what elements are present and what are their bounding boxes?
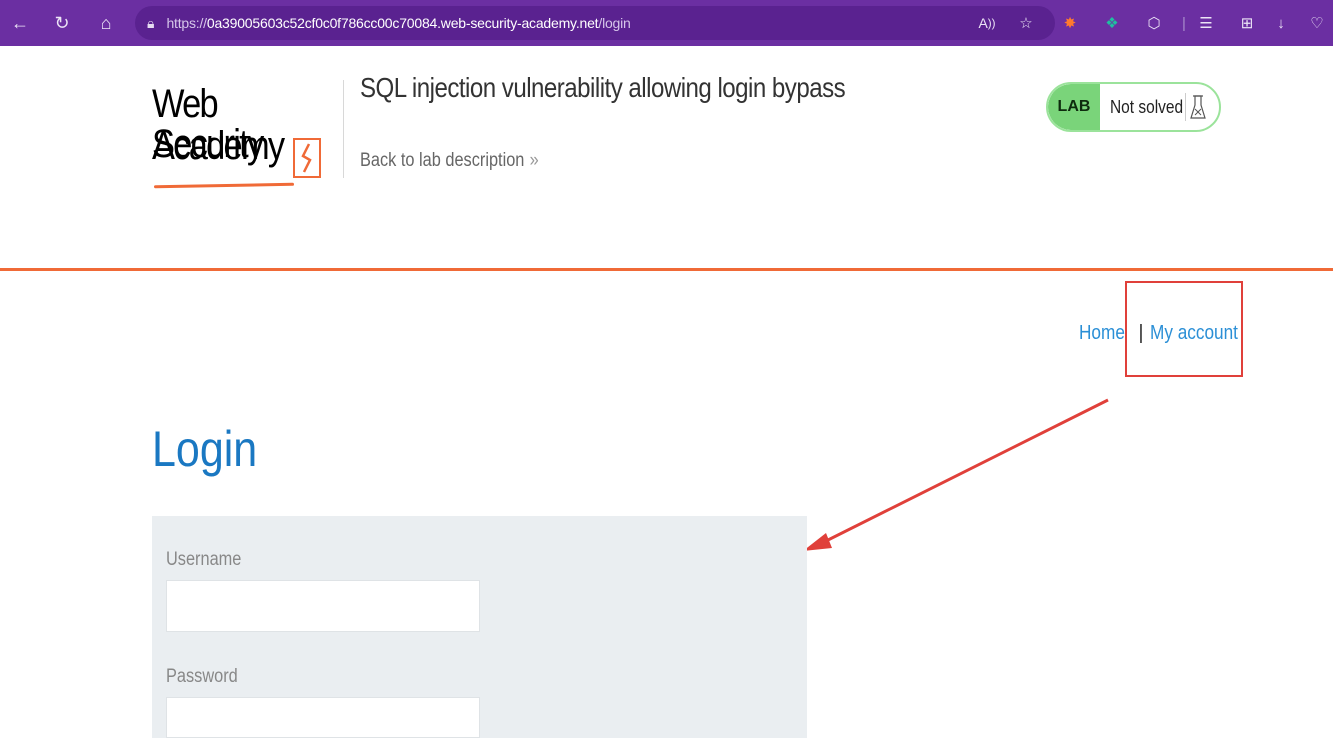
logo-line-2: Academy (152, 124, 285, 168)
read-aloud-icon[interactable]: A)) (975, 11, 999, 35)
header-orange-rule (0, 268, 1333, 271)
add-favorite-icon[interactable]: ☆ (1014, 11, 1038, 35)
collections-icon[interactable]: ⊞ (1235, 11, 1259, 35)
header-divider (343, 80, 344, 178)
lab-status-text: Not solved (1110, 96, 1184, 117)
extensions-icon[interactable]: ⬡ (1142, 11, 1166, 35)
back-to-lab-description-link[interactable]: Back to lab description» (360, 150, 539, 172)
extension-orange-icon[interactable]: ✸ (1058, 11, 1082, 35)
url-text: https://0a39005603c52cf0c0f786cc00c70084… (166, 15, 631, 31)
lab-status-widget: LAB Not solved (1046, 82, 1221, 132)
password-label: Password (166, 666, 238, 687)
lightning-bolt-icon (293, 138, 321, 178)
download-icon[interactable]: ↓ (1269, 11, 1293, 35)
browser-toolbar: ← ↻ ⌂ 🔒︎ https://0a39005603c52cf0c0f786c… (0, 0, 1333, 46)
toolbar-divider: | (1182, 14, 1186, 32)
nav-home-link[interactable]: Home (1079, 322, 1125, 345)
back-arrow-icon[interactable]: ← (8, 11, 32, 35)
password-input[interactable] (166, 697, 480, 738)
username-label: Username (166, 549, 242, 570)
logo-underline (153, 182, 295, 189)
login-heading: Login (152, 421, 258, 477)
annotation-highlight-box (1125, 281, 1243, 377)
web-security-academy-logo[interactable]: Web Security Academy (152, 78, 342, 193)
double-chevron-icon: » (529, 150, 539, 171)
home-icon[interactable]: ⌂ (94, 11, 118, 35)
browser-essentials-icon[interactable]: ♡ (1305, 11, 1329, 35)
back-link-label: Back to lab description (360, 150, 525, 171)
extension-teal-icon[interactable]: ❖ (1100, 11, 1124, 35)
address-bar[interactable]: 🔒︎ https://0a39005603c52cf0c0f786cc00c70… (135, 6, 1055, 40)
lab-title: SQL injection vulnerability allowing log… (360, 72, 846, 103)
username-input[interactable] (166, 580, 480, 632)
favorites-icon[interactable]: ☰ (1194, 11, 1218, 35)
refresh-icon[interactable]: ↻ (50, 11, 74, 35)
site-info-icon[interactable]: 🔒︎ (147, 15, 154, 32)
flask-icon (1185, 93, 1206, 121)
lab-badge: LAB (1048, 84, 1100, 130)
